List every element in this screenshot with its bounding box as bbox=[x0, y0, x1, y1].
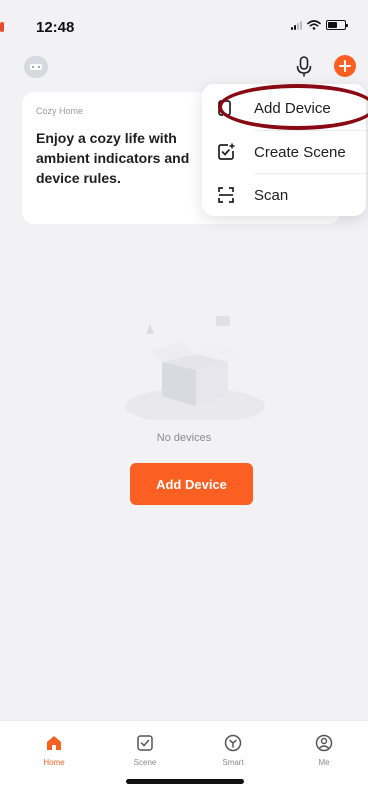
menu-item-label: Scan bbox=[254, 186, 289, 204]
scene-icon bbox=[137, 735, 153, 751]
cozy-home-label: Cozy Home bbox=[36, 106, 84, 116]
tab-smart[interactable]: Smart bbox=[203, 733, 263, 767]
tab-scene[interactable]: Scene bbox=[115, 733, 175, 767]
microphone-icon[interactable] bbox=[294, 55, 314, 79]
menu-item-add-device[interactable]: Add Device bbox=[202, 86, 366, 130]
menu-item-create-scene[interactable]: Create Scene bbox=[202, 130, 366, 174]
home-avatar-icon bbox=[30, 64, 42, 70]
add-dropdown-menu: Add Device Create Scene Scan bbox=[202, 84, 366, 216]
home-indicator[interactable] bbox=[126, 779, 244, 784]
status-icons bbox=[291, 20, 348, 30]
signal-icon bbox=[291, 20, 302, 30]
add-menu-button[interactable] bbox=[334, 55, 356, 77]
home-icon bbox=[47, 736, 61, 750]
wifi-icon bbox=[307, 20, 321, 30]
tab-label: Me bbox=[318, 758, 330, 767]
empty-box-illustration bbox=[125, 316, 265, 420]
tab-label: Home bbox=[43, 758, 65, 767]
tab-home[interactable]: Home bbox=[24, 733, 84, 767]
menu-item-label: Add Device bbox=[254, 99, 331, 117]
tab-label: Smart bbox=[222, 758, 244, 767]
no-devices-message: No devices bbox=[156, 432, 212, 444]
edge-marker bbox=[0, 22, 4, 32]
menu-item-scan[interactable]: Scan bbox=[202, 173, 366, 217]
add-device-icon bbox=[218, 100, 231, 116]
app-screen: 12:48 Cozy Home Enjoy a cozy life with a… bbox=[0, 0, 368, 792]
smart-icon bbox=[224, 734, 242, 752]
status-bar: 12:48 bbox=[0, 0, 368, 46]
add-device-button[interactable]: Add Device bbox=[130, 463, 253, 505]
battery-icon bbox=[326, 20, 348, 30]
plus-icon bbox=[339, 60, 351, 72]
home-switcher-avatar[interactable] bbox=[24, 56, 48, 78]
menu-item-label: Create Scene bbox=[254, 143, 346, 161]
scan-icon bbox=[218, 187, 234, 203]
tab-label: Scene bbox=[133, 758, 157, 767]
me-icon bbox=[315, 734, 333, 752]
cozy-home-description: Enjoy a cozy life with ambient indicator… bbox=[36, 130, 190, 186]
tab-me[interactable]: Me bbox=[294, 733, 354, 767]
create-scene-icon bbox=[218, 143, 235, 160]
status-time: 12:48 bbox=[36, 19, 75, 36]
